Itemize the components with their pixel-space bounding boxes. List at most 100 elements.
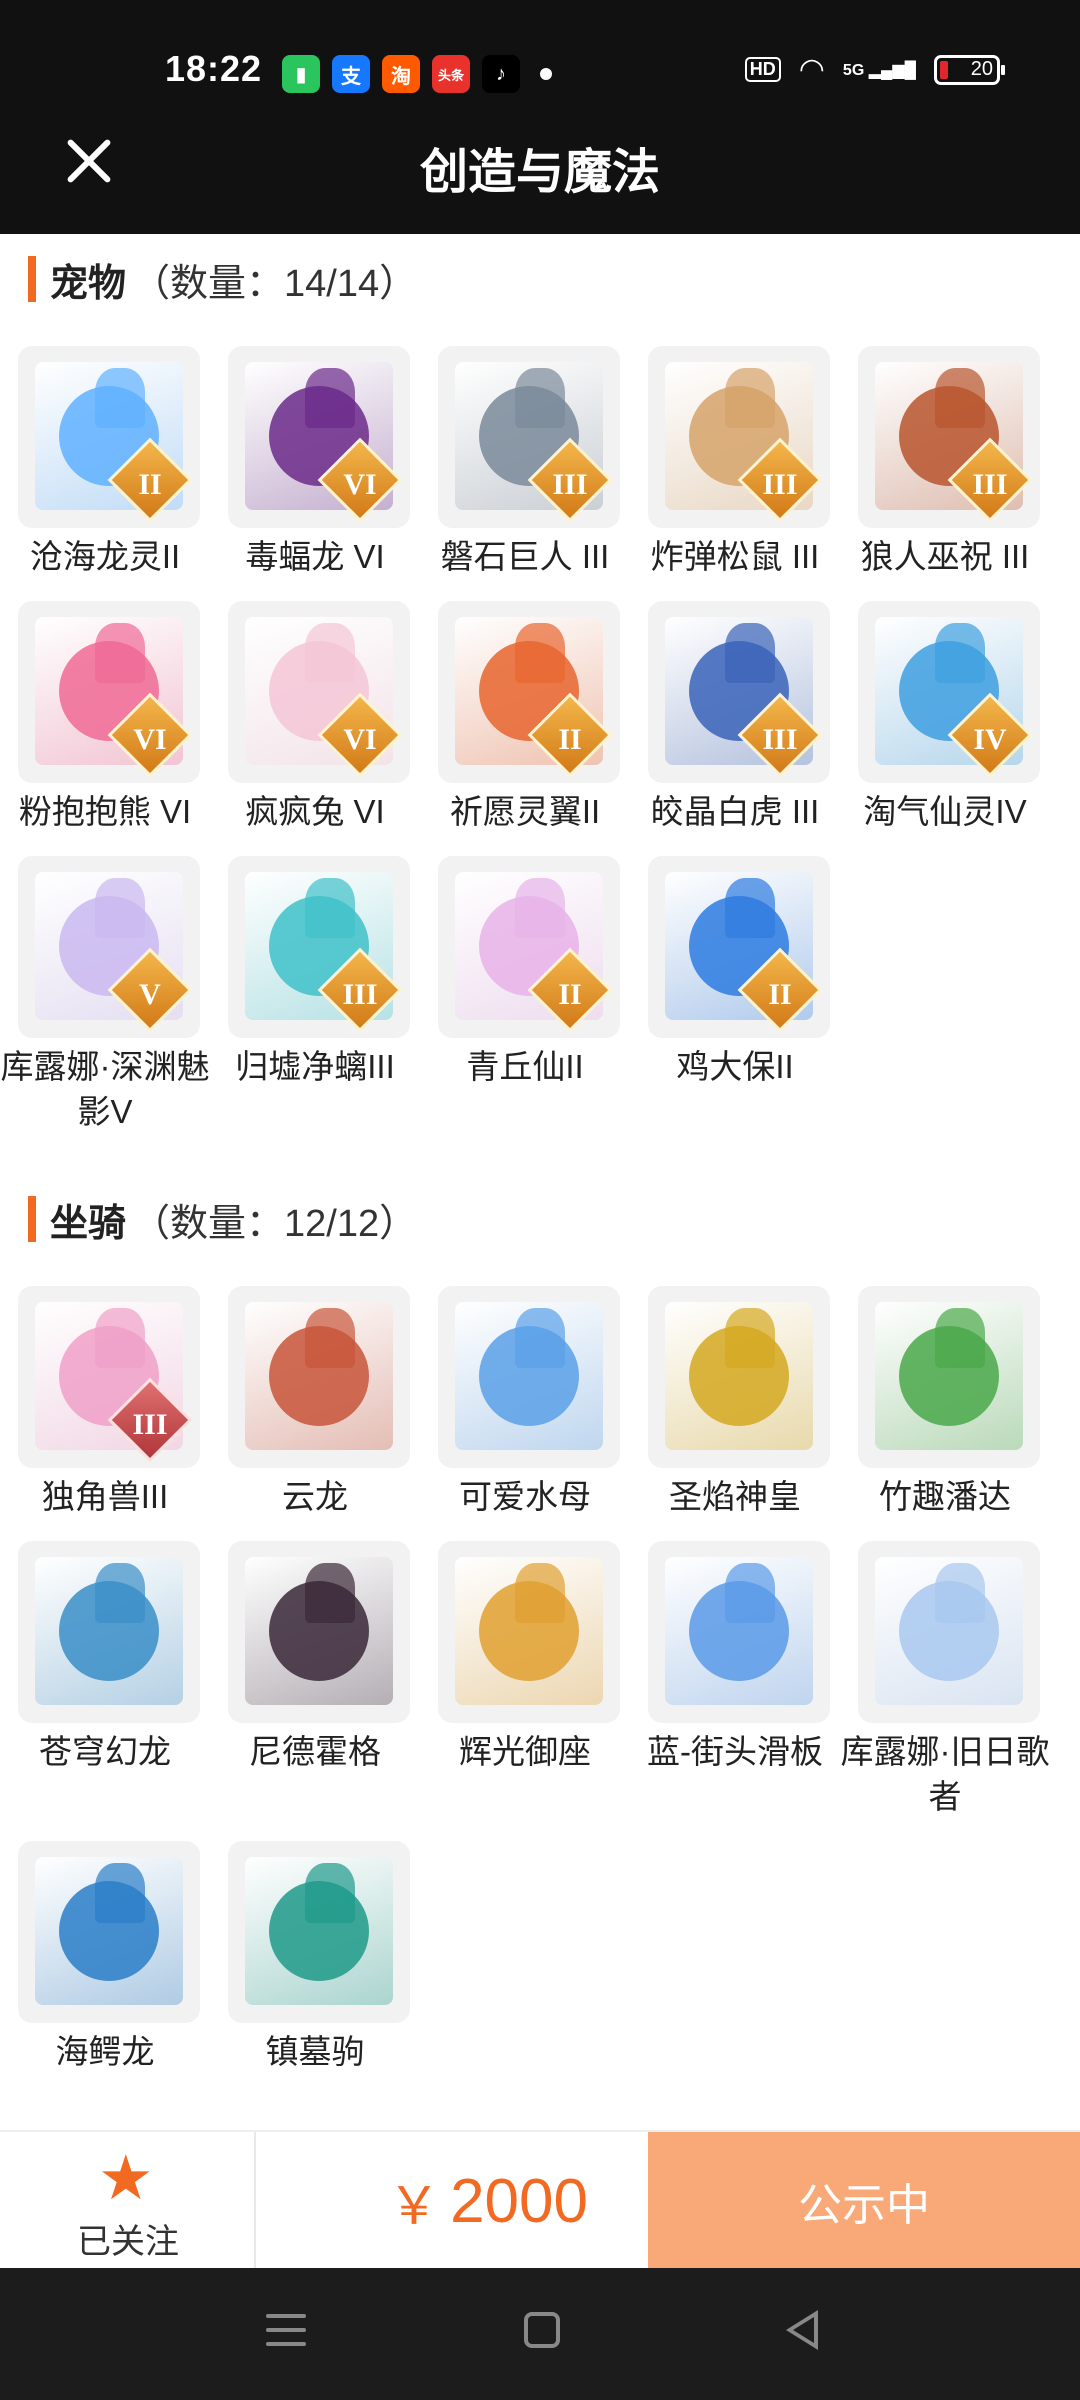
rank-badge-text: II xyxy=(558,723,582,756)
rank-badge-text: VI xyxy=(133,723,167,756)
item-label: 云龙 xyxy=(282,1478,348,1515)
item-image xyxy=(455,1302,603,1450)
status-button[interactable]: 公示中 xyxy=(648,2132,1080,2270)
item-thumbnail xyxy=(438,1541,620,1723)
section-title: 宠物 xyxy=(50,262,127,305)
item-thumbnail: III xyxy=(228,856,410,1038)
item-label: 炸弹松鼠 III xyxy=(650,538,820,575)
home-icon[interactable] xyxy=(524,2312,560,2348)
section-count: （数量：14/14） xyxy=(132,262,418,305)
rank-badge-text: III xyxy=(762,723,798,756)
more-notifications-dot xyxy=(540,68,552,80)
notification-icons: ▮ 支淘头条 ♪ xyxy=(282,55,552,93)
item-image xyxy=(665,1557,813,1705)
item-label: 疯疯兔 VI xyxy=(245,793,385,830)
taobao-icon: 淘 xyxy=(382,55,420,93)
item-label: 祈愿灵翼II xyxy=(449,793,601,830)
system-indicators: HD ◠ 5G ▂▄▆█ 20 xyxy=(744,52,1005,87)
rank-badge-text: II xyxy=(558,978,582,1011)
item-thumbnail xyxy=(18,1541,200,1723)
currency-symbol: ￥ xyxy=(388,2177,441,2236)
alipay-icon: 支 xyxy=(332,55,370,93)
item-thumbnail: IV xyxy=(858,601,1040,783)
section-title: 坐骑 xyxy=(50,1202,127,1245)
item-label: 辉光御座 xyxy=(459,1733,591,1770)
item-thumbnail: III xyxy=(18,1286,200,1468)
navigation-bar xyxy=(0,2268,1080,2400)
item-label: 沧海龙灵II xyxy=(29,538,181,575)
item-thumbnail: VI xyxy=(228,601,410,783)
price: ￥ 2000 xyxy=(258,2132,648,2270)
item-label: 磐石巨人 III xyxy=(440,538,610,575)
item-label: 库露娜·深渊魅影V xyxy=(0,1048,210,1130)
item-thumbnail xyxy=(648,1286,830,1468)
item-label: 库露娜·旧日歌者 xyxy=(840,1733,1050,1815)
item-label: 淘气仙灵IV xyxy=(863,793,1027,830)
item-thumbnail xyxy=(858,1286,1040,1468)
item-label: 皎晶白虎 III xyxy=(650,793,820,830)
clock: 18:22 xyxy=(165,48,263,89)
item-thumbnail: VI xyxy=(18,601,200,783)
item-thumbnail: III xyxy=(648,346,830,528)
item-label: 鸡大保II xyxy=(676,1048,794,1085)
item-label: 归墟净螭III xyxy=(235,1048,395,1085)
rank-badge-text: III xyxy=(762,468,798,501)
item-thumbnail: II xyxy=(648,856,830,1038)
rank-badge-text: IV xyxy=(973,723,1007,756)
hd-icon: HD xyxy=(744,57,781,82)
section-count: （数量：12/12） xyxy=(132,1202,418,1245)
item-image xyxy=(455,1557,603,1705)
item-label: 尼德霍格 xyxy=(249,1733,381,1770)
item-image xyxy=(35,1557,183,1705)
item-label: 可爱水母 xyxy=(459,1478,591,1515)
item-image xyxy=(665,1302,813,1450)
rank-badge-text: III xyxy=(972,468,1008,501)
rank-badge-text: V xyxy=(139,978,161,1011)
item-label: 粉抱抱熊 VI xyxy=(18,793,192,830)
item-thumbnail xyxy=(858,1541,1040,1723)
back-icon[interactable] xyxy=(786,2310,818,2350)
follow-button[interactable]: ★ 已关注 xyxy=(0,2132,256,2270)
item-thumbnail: VI xyxy=(228,346,410,528)
item-thumbnail: II xyxy=(438,601,620,783)
item-thumbnail: II xyxy=(18,346,200,528)
item-label: 狼人巫祝 III xyxy=(860,538,1030,575)
tiktok-icon: ♪ xyxy=(482,55,520,93)
item-label: 海鳄龙 xyxy=(55,2033,155,2070)
item-thumbnail: III xyxy=(438,346,620,528)
item-thumbnail xyxy=(438,1286,620,1468)
rank-badge-text: II xyxy=(768,978,792,1011)
section-header: 宠物 （数量：14/14） xyxy=(28,254,418,305)
content-scroll[interactable]: 宠物 （数量：14/14） II 沧海龙灵II VI 毒蝠龙 VI III 磐石巨人 III I… xyxy=(0,234,1080,2129)
item-image xyxy=(245,1302,393,1450)
rank-badge-text: III xyxy=(552,468,588,501)
follow-label: 已关注 xyxy=(77,2223,179,2261)
item-thumbnail: III xyxy=(648,601,830,783)
item-label: 镇墓驹 xyxy=(265,2033,365,2070)
rank-badge-text: III xyxy=(132,1408,168,1441)
action-bar: ★ 已关注 ￥ 2000 公示中 xyxy=(0,2130,1080,2270)
price-value: 2000 xyxy=(450,2166,588,2236)
item-thumbnail xyxy=(228,1541,410,1723)
item-label: 苍穹幻龙 xyxy=(39,1733,171,1770)
item-label: 青丘仙II xyxy=(466,1048,584,1085)
rank-badge-text: II xyxy=(138,468,162,501)
item-image xyxy=(875,1557,1023,1705)
page-title: 创造与魔法 xyxy=(419,146,660,199)
item-label: 独角兽III xyxy=(41,1478,169,1515)
section-accent-bar xyxy=(28,256,36,302)
item-label: 蓝-街头滑板 xyxy=(647,1733,823,1770)
item-image xyxy=(875,1302,1023,1450)
toutiao-icon: 头条 xyxy=(432,55,470,93)
item-thumbnail xyxy=(648,1541,830,1723)
section-accent-bar xyxy=(28,1196,36,1242)
item-thumbnail xyxy=(228,1286,410,1468)
menu-icon[interactable] xyxy=(266,2314,306,2346)
rank-badge-text: III xyxy=(342,978,378,1011)
item-label: 毒蝠龙 VI xyxy=(245,538,385,575)
battery-icon: 20 xyxy=(934,54,1005,85)
rank-badge-text: VI xyxy=(343,723,377,756)
item-label: 圣焰神皇 xyxy=(669,1478,801,1515)
item-thumbnail xyxy=(18,1841,200,2023)
battery-app-icon: ▮ xyxy=(282,55,320,93)
